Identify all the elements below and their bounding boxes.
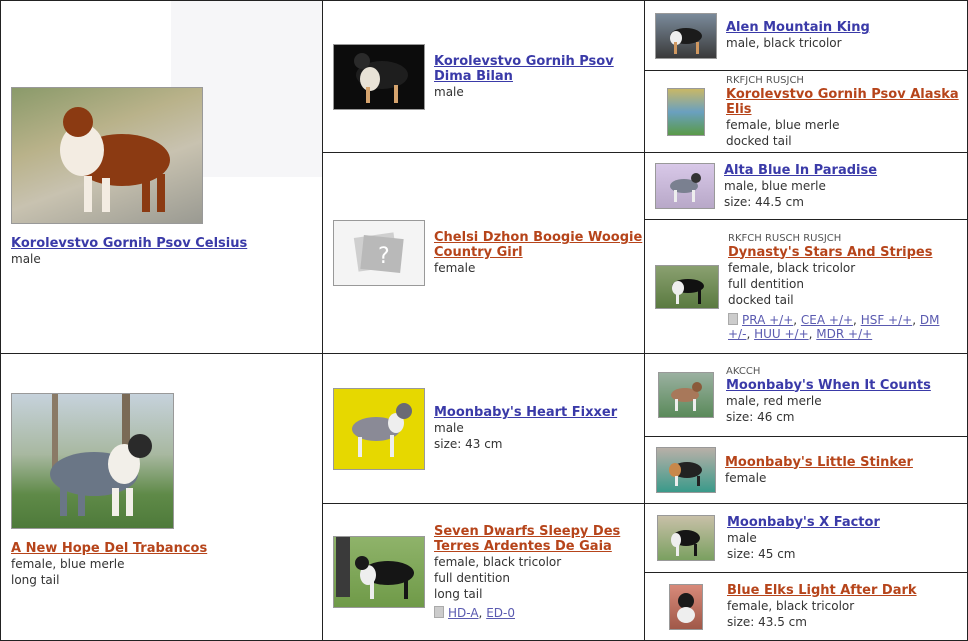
- dog-silhouette-icon: [670, 27, 702, 54]
- dog-silhouette-icon: [671, 530, 700, 556]
- dog-silhouette-icon: [669, 462, 702, 486]
- dog-detail: full dentition: [434, 571, 510, 585]
- health-test-link[interactable]: ED-0: [486, 606, 515, 620]
- dog-sex-color: female: [725, 470, 767, 485]
- dog-photo[interactable]: [669, 583, 703, 630]
- dog-detail: long tail: [11, 573, 60, 587]
- dog-silhouette-icon: [50, 394, 152, 516]
- gen1-cell-dam: A New Hope Del Trabancos female, blue me…: [0, 353, 323, 641]
- dog-silhouette-icon: [60, 107, 170, 212]
- dog-name-link[interactable]: Moonbaby's When It Counts: [726, 378, 931, 393]
- gen3-cell: RKFCH RUSCH RUSJCH Dynasty's Stars And S…: [644, 219, 968, 354]
- dog-photo[interactable]: [667, 87, 705, 136]
- dog-name-link[interactable]: A New Hope Del Trabancos: [11, 541, 322, 556]
- dog-photo[interactable]: [333, 387, 425, 470]
- dog-photo[interactable]: [655, 163, 715, 209]
- dog-title: RKFCH RUSCH RUSJCH: [728, 232, 842, 244]
- dog-name-link[interactable]: Dynasty's Stars And Stripes: [728, 245, 960, 260]
- dog-title: RKFJCH RUSJCH: [726, 74, 804, 86]
- dog-detail: size: 44.5 cm: [724, 194, 804, 209]
- dog-silhouette-icon: [354, 52, 408, 103]
- dog-sex-color: female, blue merle: [11, 557, 125, 571]
- gen3-cell: Alta Blue In Paradise male, blue merle s…: [644, 152, 968, 220]
- dog-photo[interactable]: [655, 264, 719, 309]
- dog-name-link[interactable]: Alen Mountain King: [726, 20, 870, 35]
- health-test-link[interactable]: CEA +/+: [801, 313, 853, 327]
- dog-sex-color: female, blue merle: [726, 117, 840, 132]
- dog-title: AKCCH: [726, 365, 761, 377]
- gen2-cell: ? Chelsi Dzhon Boogie Woogie Country Gir…: [322, 152, 645, 354]
- dog-name-link[interactable]: Moonbaby's Heart Fixxer: [434, 405, 617, 420]
- gen3-cell: AKCCH Moonbaby's When It Counts male, re…: [644, 353, 968, 437]
- dog-detail: long tail: [434, 587, 483, 601]
- gen3-cell: RKFJCH RUSJCH Korolevstvo Gornih Psov Al…: [644, 70, 968, 153]
- dog-sex-color: male: [727, 530, 757, 545]
- dog-detail: size: 43 cm: [434, 437, 503, 451]
- dog-sex-color: male, red merle: [726, 393, 822, 408]
- gen3-cell: Moonbaby's X Factor male size: 45 cm: [644, 503, 968, 573]
- dog-sex-color: female: [434, 261, 476, 275]
- gen2-cell: Seven Dwarfs Sleepy Des Terres Ardentes …: [322, 503, 645, 641]
- dog-sex-color: male, blue merle: [724, 178, 826, 193]
- dog-photo[interactable]: [655, 12, 717, 59]
- dog-detail: docked tail: [728, 292, 794, 307]
- pedigree-table: Korolevstvo Gornih Psov Celsius male A N…: [0, 0, 968, 641]
- dog-name-link[interactable]: Chelsi Dzhon Boogie Woogie Country Girl: [434, 230, 644, 260]
- dog-photo[interactable]: [333, 536, 425, 608]
- dog-photo[interactable]: [657, 515, 715, 561]
- dog-detail: size: 43.5 cm: [727, 615, 807, 629]
- health-test-link[interactable]: MDR +/+: [816, 327, 872, 341]
- dog-name-link[interactable]: Korolevstvo Gornih Psov Dima Bilan: [434, 54, 644, 84]
- dog-name-link[interactable]: Alta Blue In Paradise: [724, 163, 877, 178]
- gen2-cell: Moonbaby's Heart Fixxer male size: 43 cm: [322, 353, 645, 504]
- gen3-cell: Blue Elks Light After Dark female, black…: [644, 572, 968, 641]
- photo-placeholder-icon: ?: [353, 232, 404, 273]
- gen2-cell: Korolevstvo Gornih Psov Dima Bilan male: [322, 0, 645, 153]
- dog-photo[interactable]: [658, 372, 714, 418]
- dog-silhouette-icon: [336, 537, 414, 599]
- health-tests: PRA +/+, CEA +/+, HSF +/+, DM +/-, HUU +…: [728, 312, 940, 341]
- dog-detail: size: 45 cm: [727, 546, 796, 561]
- dog-silhouette-icon: [352, 402, 412, 457]
- gen1-cell-sire: Korolevstvo Gornih Psov Celsius male: [0, 0, 323, 354]
- dog-sex-color: male, black tricolor: [726, 36, 842, 50]
- dog-photo[interactable]: [11, 393, 174, 529]
- dog-silhouette-icon: [677, 592, 695, 623]
- health-test-link[interactable]: HUU +/+: [754, 327, 809, 341]
- dog-sex-color: male: [434, 84, 464, 99]
- dog-name-link[interactable]: Blue Elks Light After Dark: [727, 583, 917, 598]
- health-test-link[interactable]: HD-A: [448, 606, 479, 620]
- dog-name-link[interactable]: Moonbaby's Little Stinker: [725, 455, 913, 470]
- dog-name-link[interactable]: Korolevstvo Gornih Psov Alaska Elis: [726, 87, 967, 117]
- dog-sex-color: female, black tricolor: [727, 599, 855, 613]
- dog-detail: size: 46 cm: [726, 409, 795, 424]
- dog-detail: full dentition: [728, 276, 804, 291]
- dog-sex-color: male: [434, 421, 464, 435]
- dog-detail: docked tail: [726, 133, 792, 148]
- dog-sex-color: female, black tricolor: [434, 555, 562, 569]
- health-tests: HD-A, ED-0: [434, 606, 644, 620]
- dog-silhouette-icon: [672, 278, 704, 304]
- dog-silhouette-icon: [671, 382, 702, 411]
- svg-text:?: ?: [378, 244, 390, 269]
- dog-sex-color: female, black tricolor: [728, 260, 856, 275]
- dog-photo[interactable]: [656, 447, 716, 493]
- dog-name-link[interactable]: Moonbaby's X Factor: [727, 515, 880, 530]
- dog-name-link[interactable]: Korolevstvo Gornih Psov Celsius: [11, 236, 322, 251]
- document-icon: [434, 606, 444, 618]
- dog-sex-color: male: [11, 252, 41, 266]
- health-test-link[interactable]: HSF +/+: [861, 313, 913, 327]
- gen3-cell: Moonbaby's Little Stinker female: [644, 436, 968, 504]
- gen3-cell: Alen Mountain King male, black tricolor: [644, 0, 968, 71]
- document-icon: [728, 312, 738, 325]
- dog-name-link[interactable]: Seven Dwarfs Sleepy Des Terres Ardentes …: [434, 524, 644, 554]
- health-test-link[interactable]: PRA +/+: [742, 313, 793, 327]
- dog-silhouette-icon: [670, 173, 701, 202]
- photo-placeholder: ?: [333, 220, 425, 286]
- dog-photo[interactable]: [333, 43, 425, 110]
- dog-photo[interactable]: [11, 87, 203, 224]
